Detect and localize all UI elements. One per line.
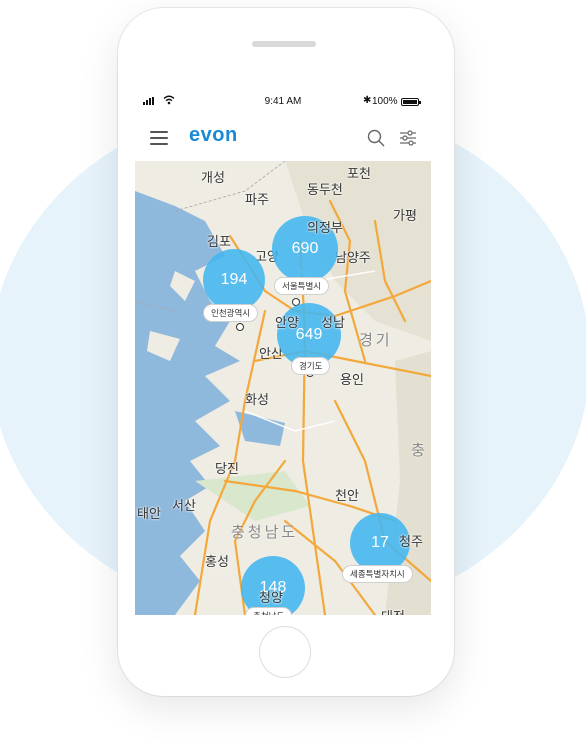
map-label-kaesong: 개성 (201, 170, 225, 185)
map-label-gapyeong: 가평 (393, 208, 417, 223)
map-label-gimpo: 김포 (207, 234, 231, 249)
map-view[interactable]: 경기 충 충청남도 개성 포천 파주 동두천 가평 김포 고양 남양주 안산 용… (135, 161, 431, 615)
status-bar: 9:41 AM ✱ 100% (135, 91, 431, 113)
map-label-cheongju: 청주 (399, 534, 423, 549)
search-icon[interactable] (367, 129, 385, 147)
cluster-count: 649 (295, 326, 323, 343)
map-label-chungnam: 충청남도 (231, 524, 299, 541)
home-button[interactable] (259, 626, 311, 678)
map-label-gyeonggi: 경기 (359, 332, 393, 349)
map-label-anyang: 안양 (275, 315, 299, 330)
phone-speaker (252, 41, 316, 47)
filter-icon[interactable] (399, 129, 417, 147)
map-label-pocheon: 포천 (347, 166, 371, 181)
cluster-count: 17 (371, 534, 389, 551)
map-label-dangjin: 당진 (215, 461, 239, 476)
phone-frame: 9:41 AM ✱ 100% evon 경기 충 충청남도 개성 포천 파주 동… (118, 8, 454, 696)
app-header: evon (135, 113, 431, 162)
map-label-yongin: 용인 (340, 372, 364, 387)
menu-icon[interactable] (150, 131, 168, 145)
app-screen: 9:41 AM ✱ 100% evon 경기 충 충청남도 개성 포천 파주 동… (135, 91, 431, 615)
map-label-cheonan: 천안 (335, 488, 359, 503)
cluster-label-chungnam[interactable]: 충청남도 (245, 607, 293, 615)
cluster-label-gyeonggi[interactable]: 경기도 (291, 357, 331, 375)
cluster-count: 194 (220, 271, 248, 288)
app-logo: evon (189, 124, 238, 146)
map-label-dongducheon: 동두천 (307, 182, 343, 197)
map-label-chung: 충 (411, 442, 428, 459)
map-label-daejeon: 대전 (381, 606, 405, 615)
cluster-label-seoul[interactable]: 서울특별시 (274, 277, 330, 295)
map-label-hwaseong: 화성 (245, 392, 269, 407)
map-label-paju: 파주 (245, 192, 269, 207)
map-label-seongnam: 성남 (321, 315, 345, 330)
map-label-namyangju: 남양주 (335, 250, 371, 265)
cluster-label-sejong[interactable]: 세종특별자치시 (342, 565, 413, 583)
map-label-uijeongbu: 의정부 (307, 220, 343, 235)
map-label-seosan: 서산 (172, 498, 196, 513)
cluster-marker-incheon[interactable]: 194 (203, 249, 265, 311)
bluetooth-icon: ✱ (363, 95, 372, 106)
map-label-hongseong: 홍성 (205, 554, 229, 569)
map-label-taean: 태안 (137, 506, 161, 521)
cluster-label-incheon[interactable]: 인천광역시 (203, 304, 259, 322)
battery-icon (401, 98, 421, 106)
map-label-cheongyang: 청양 (259, 590, 283, 605)
map-pin-incheon[interactable] (236, 323, 244, 331)
battery-percent: 100% (372, 96, 398, 107)
cluster-count: 690 (291, 240, 319, 257)
